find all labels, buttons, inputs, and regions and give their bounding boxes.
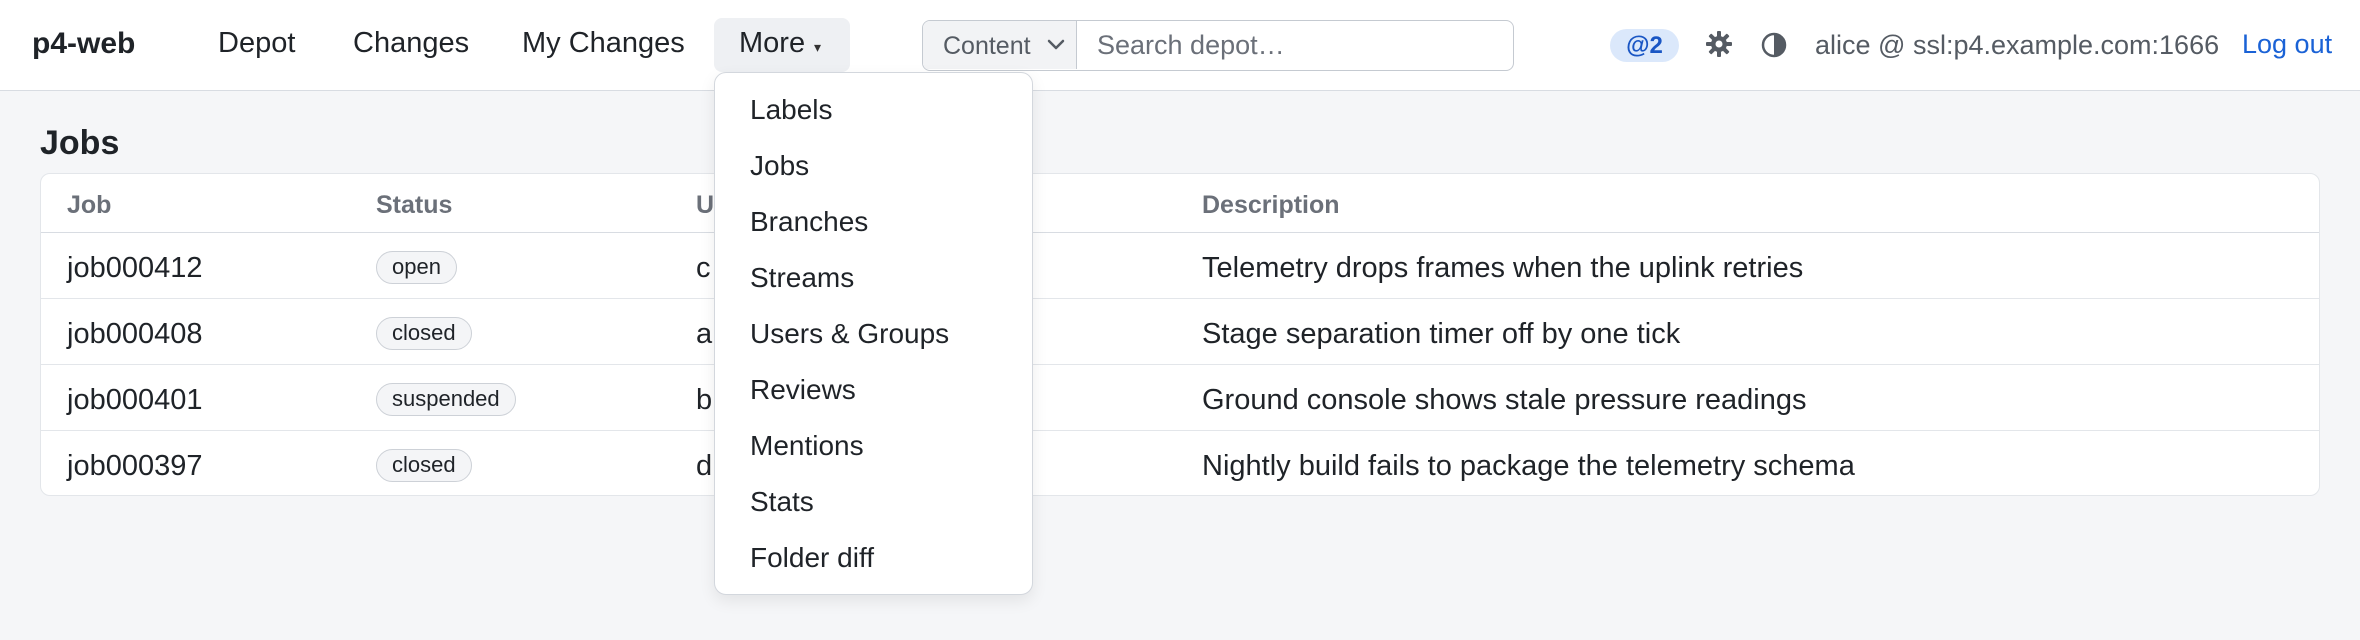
job-user: c	[696, 252, 711, 284]
column-header-status[interactable]: Status	[376, 191, 452, 220]
job-description: Stage separation timer off by one tick	[1202, 318, 1681, 350]
jobs-table: Job Status U Description job000412 open …	[40, 173, 2320, 496]
logout-link[interactable]: Log out	[2242, 29, 2332, 60]
nav-depot[interactable]: Depot	[218, 27, 295, 60]
search-scope-value: Content	[943, 32, 1031, 60]
menu-item-streams[interactable]: Streams	[715, 250, 1032, 306]
menu-item-folder-diff[interactable]: Folder diff	[715, 530, 1032, 586]
job-id[interactable]: job000401	[67, 384, 202, 417]
table-header: Job Status U Description	[41, 174, 2319, 233]
job-description: Ground console shows stale pressure read…	[1202, 384, 1807, 416]
top-navbar: p4-web Depot Changes My Changes More ▾ C…	[0, 0, 2360, 91]
table-row[interactable]: job000412 open c Telemetry drops frames …	[41, 233, 2319, 299]
page-title: Jobs	[40, 124, 120, 162]
app-logo[interactable]: p4-web	[32, 27, 135, 61]
nav-my-changes[interactable]: My Changes	[522, 27, 685, 60]
status-badge: closed	[376, 449, 472, 482]
chevron-down-icon	[1047, 39, 1065, 50]
search-scope-select[interactable]: Content	[923, 21, 1077, 69]
user-connection-info: alice @ ssl:p4.example.com:1666	[1815, 30, 2220, 60]
gear-icon[interactable]	[1705, 30, 1733, 58]
status-badge: suspended	[376, 383, 516, 416]
menu-item-jobs[interactable]: Jobs	[715, 138, 1032, 194]
table-row[interactable]: job000401 suspended b Ground console sho…	[41, 365, 2319, 431]
column-header-job[interactable]: Job	[67, 191, 111, 220]
job-user: d	[696, 450, 713, 482]
search-bar: Content	[922, 20, 1514, 71]
menu-item-mentions[interactable]: Mentions	[715, 418, 1032, 474]
column-header-description[interactable]: Description	[1202, 191, 1340, 220]
job-description: Nightly build fails to package the telem…	[1202, 450, 1855, 482]
contrast-icon[interactable]	[1761, 32, 1787, 58]
column-header-user[interactable]: U	[696, 191, 714, 220]
search-input[interactable]	[1077, 21, 1513, 69]
status-badge: closed	[376, 317, 472, 350]
menu-item-reviews[interactable]: Reviews	[715, 362, 1032, 418]
nav-changes[interactable]: Changes	[353, 27, 469, 60]
status-badge: open	[376, 251, 457, 284]
job-user: a	[696, 318, 713, 350]
job-id[interactable]: job000412	[67, 252, 202, 285]
job-id[interactable]: job000397	[67, 450, 202, 483]
nav-more-label: More	[739, 27, 806, 59]
job-id[interactable]: job000408	[67, 318, 202, 351]
nav-more-button[interactable]: More ▾	[714, 18, 850, 72]
more-dropdown-menu: Labels Jobs Branches Streams Users & Gro…	[714, 72, 1033, 595]
mentions-badge[interactable]: @2	[1610, 29, 1679, 62]
menu-item-labels[interactable]: Labels	[715, 82, 1032, 138]
table-row[interactable]: job000408 closed a Stage separation time…	[41, 299, 2319, 365]
menu-item-users-groups[interactable]: Users & Groups	[715, 306, 1032, 362]
menu-item-branches[interactable]: Branches	[715, 194, 1032, 250]
table-row[interactable]: job000397 closed d Nightly build fails t…	[41, 431, 2319, 495]
menu-item-stats[interactable]: Stats	[715, 474, 1032, 530]
job-user: b	[696, 384, 713, 416]
caret-down-icon: ▾	[814, 39, 822, 55]
job-description: Telemetry drops frames when the uplink r…	[1202, 252, 1804, 284]
